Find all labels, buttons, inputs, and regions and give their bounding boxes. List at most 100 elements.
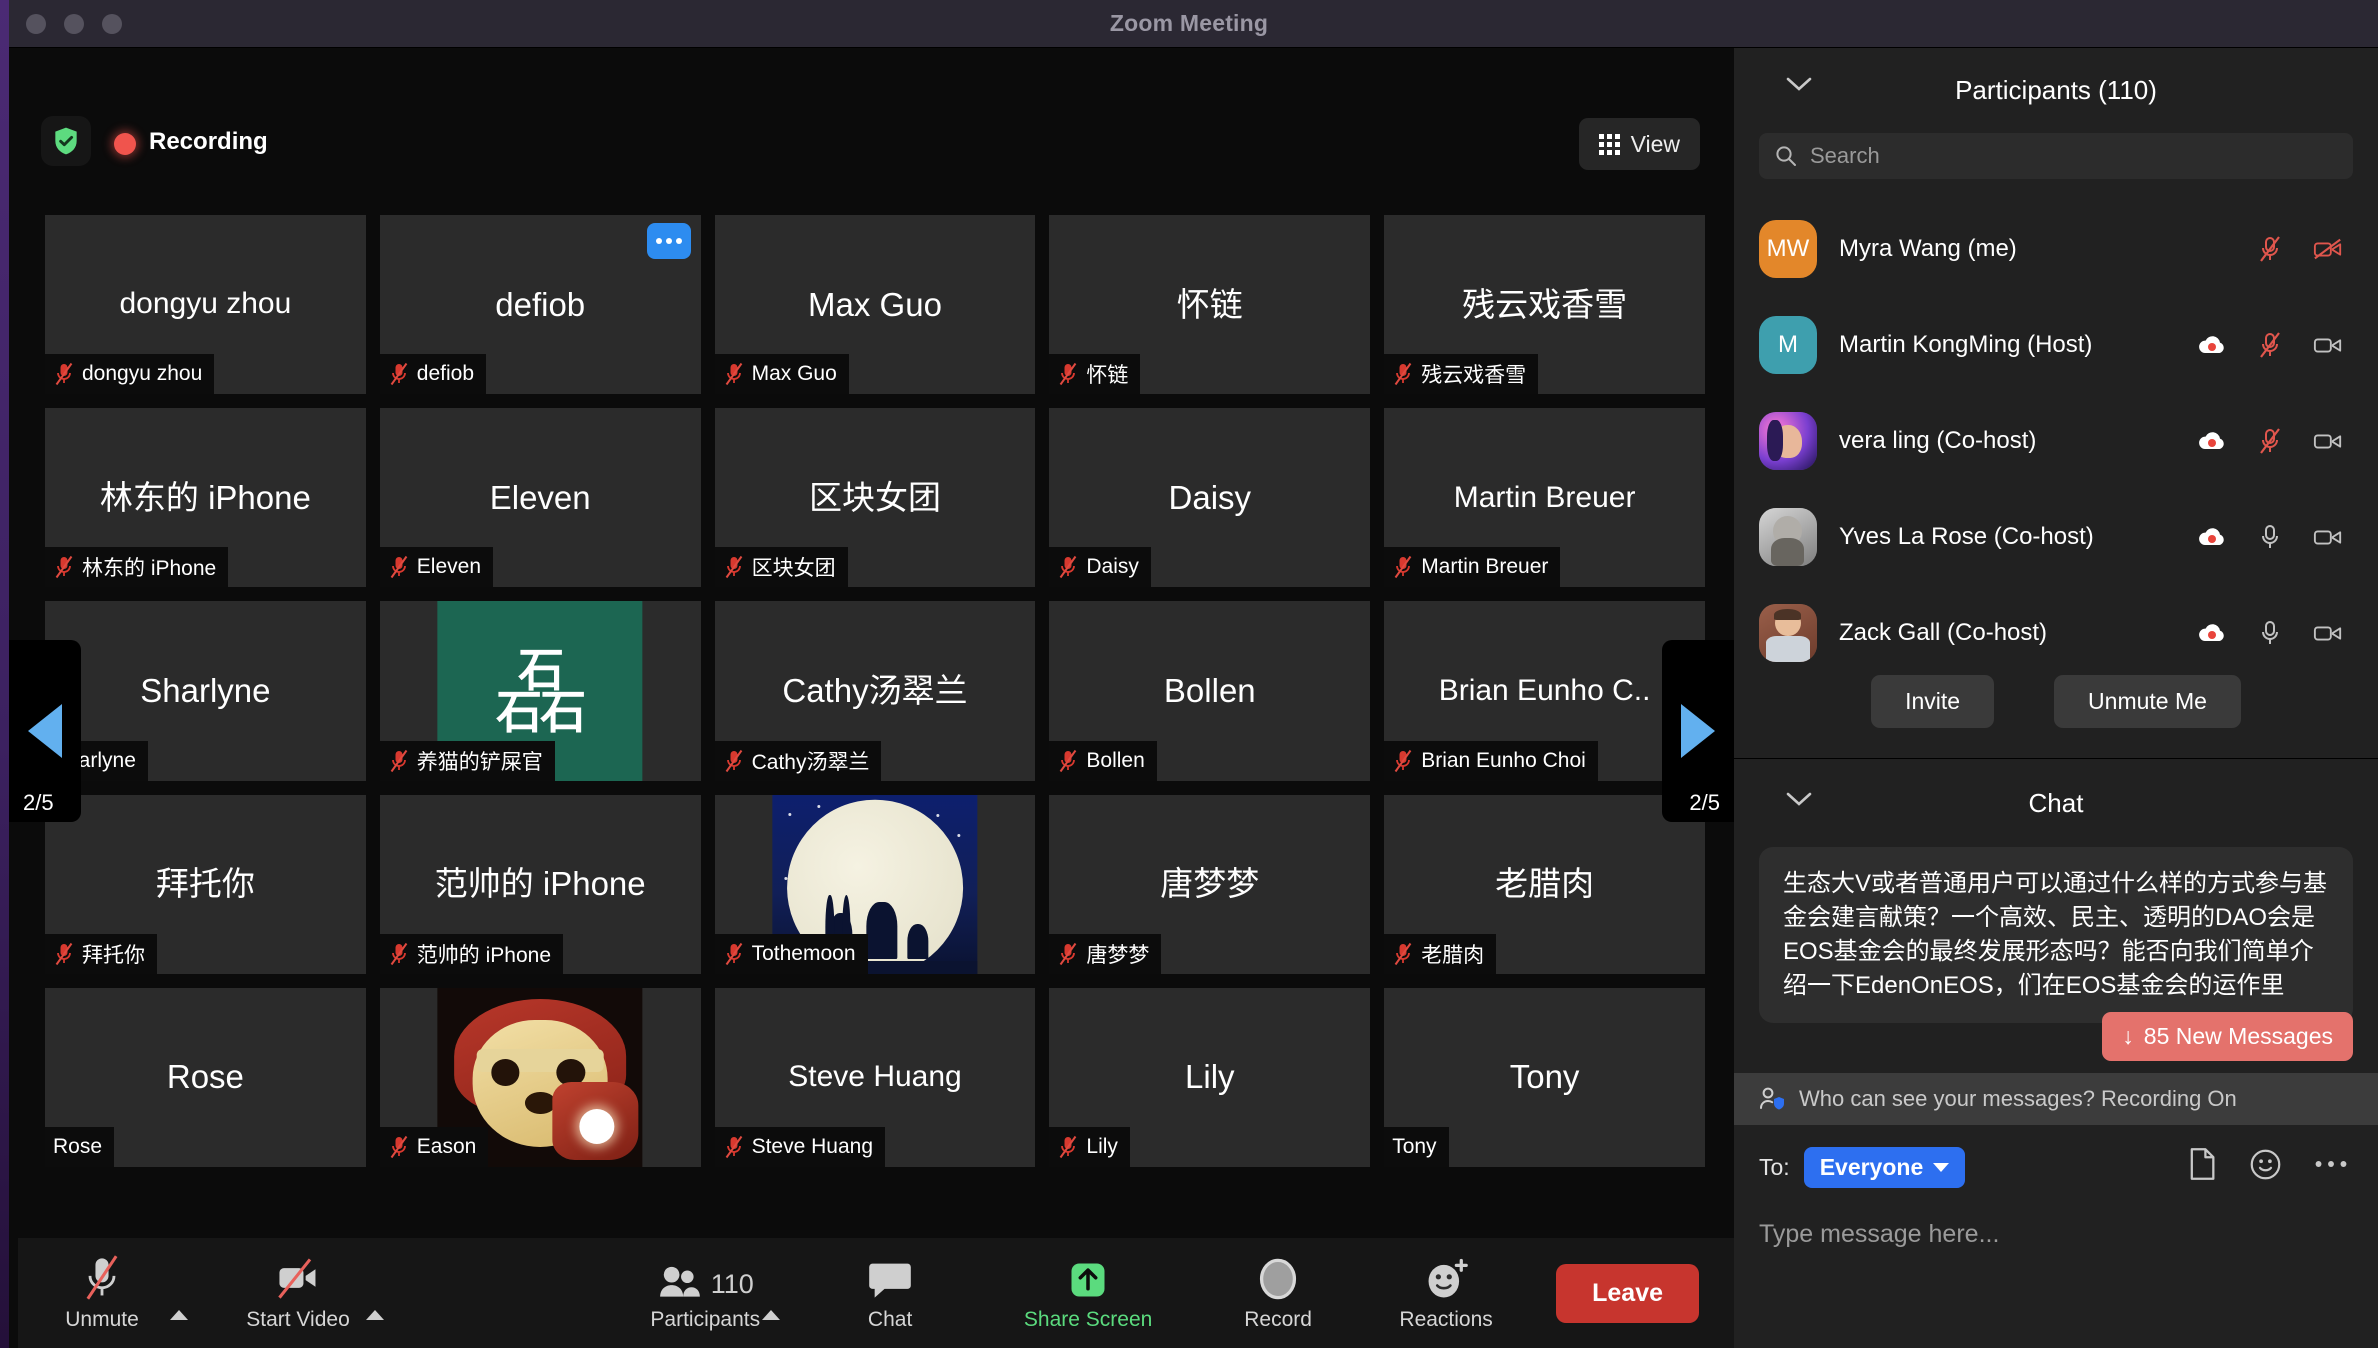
tile-name-label: 范帅的 iPhone	[379, 933, 564, 974]
participant-row[interactable]: vera ling (Co-host)	[1734, 393, 2378, 489]
video-tile[interactable]: 范帅的 iPhone 范帅的 iPhone	[379, 794, 701, 974]
participants-collapse-button[interactable]	[1786, 76, 1812, 92]
zoom-meeting-window: Zoom Meeting Recording View dongyu zhou d…	[0, 0, 2378, 1348]
recording-cloud-icon	[2199, 624, 2224, 641]
microphone-icon[interactable]	[2255, 523, 2285, 551]
camera-icon[interactable]	[2313, 523, 2343, 551]
view-button[interactable]: View	[1578, 118, 1700, 170]
window-controls[interactable]	[26, 14, 122, 34]
video-tile[interactable]: Tony Tony	[1384, 987, 1705, 1167]
video-tile[interactable]: dongyu zhou dongyu zhou	[45, 215, 366, 395]
avatar	[1759, 604, 1817, 662]
window-title: Zoom Meeting	[1109, 10, 1269, 36]
new-messages-badge[interactable]: ↓ 85 New Messages	[2102, 1012, 2353, 1061]
chat-privacy-bar[interactable]: Who can see your messages? Recording On	[1734, 1073, 2378, 1125]
microphone-muted-icon[interactable]	[2255, 331, 2285, 359]
video-tile[interactable]: Daisy Daisy	[1049, 408, 1371, 588]
tile-name-label: dongyu zhou	[45, 354, 215, 395]
audio-options-chevron-icon[interactable]	[170, 1310, 188, 1320]
invite-button[interactable]: Invite	[1871, 675, 1995, 728]
tile-label-text: Bollen	[1086, 748, 1145, 772]
unmute-label: Unmute	[65, 1308, 139, 1331]
video-tile[interactable]: 残云戏香雪 残云戏香雪	[1384, 215, 1705, 395]
tile-name-label: Eason	[379, 1126, 489, 1167]
video-tile[interactable]: Lily Lily	[1049, 987, 1371, 1167]
video-tile[interactable]: 拜托你 拜托你	[45, 794, 366, 974]
unmute-button[interactable]: Unmute	[36, 1254, 168, 1332]
meeting-toolbar: Unmute Start Video 110 Participants Chat…	[18, 1238, 1743, 1348]
microphone-icon[interactable]	[2255, 619, 2285, 647]
search-input[interactable]: Search	[1759, 133, 2353, 179]
emoji-icon[interactable]	[2249, 1148, 2282, 1181]
tile-label-text: 老腊肉	[1421, 943, 1485, 967]
start-video-button[interactable]: Start Video	[232, 1254, 364, 1332]
microphone-muted-icon	[1394, 363, 1412, 386]
chat-messages[interactable]: 生态大V或者普通用户可以通过什么样的方式参与基金会建言献策？一个高效、民主、透明…	[1734, 847, 2378, 1069]
close-button[interactable]	[26, 14, 46, 34]
video-tile[interactable]: Cathy汤翠兰 Cathy汤翠兰	[714, 601, 1036, 781]
leave-button[interactable]: Leave	[1556, 1263, 1699, 1323]
video-tile[interactable]: Eleven Eleven	[379, 408, 701, 588]
video-tile[interactable]: Sharlyne Sharlyne	[45, 601, 366, 781]
participant-status-icons	[2197, 619, 2353, 647]
video-tile[interactable]: Brian Eunho C.. Brian Eunho Choi	[1384, 601, 1705, 781]
file-icon[interactable]	[2187, 1147, 2217, 1181]
video-tile[interactable]: Steve Huang Steve Huang	[714, 987, 1036, 1167]
participant-row[interactable]: Zack Gall (Co-host)	[1734, 585, 2378, 671]
record-button[interactable]: Record	[1212, 1254, 1344, 1332]
tile-name-label: Daisy	[1049, 547, 1151, 588]
start-video-label: Start Video	[246, 1308, 350, 1331]
video-tile[interactable]: Rose Rose	[45, 987, 366, 1167]
avatar-initials: MW	[1766, 235, 1810, 262]
encryption-shield-button[interactable]	[41, 116, 91, 166]
camera-off-icon[interactable]	[2313, 235, 2343, 263]
video-tile[interactable]: Max Guo Max Guo	[714, 215, 1036, 395]
participants-button[interactable]: 110 Participants	[650, 1254, 760, 1332]
microphone-muted-icon	[725, 556, 742, 579]
camera-icon[interactable]	[2313, 427, 2343, 455]
tile-name-label: defiob	[379, 354, 487, 395]
video-tile[interactable]: 林东的 iPhone 林东的 iPhone	[45, 408, 366, 588]
participants-options-chevron-icon[interactable]	[762, 1310, 781, 1320]
microphone-muted-icon[interactable]	[2255, 235, 2285, 263]
minimize-button[interactable]	[64, 14, 84, 34]
chat-collapse-button[interactable]	[1786, 791, 1812, 807]
video-tile[interactable]: 老腊肉 老腊肉	[1384, 794, 1705, 974]
video-options-chevron-icon[interactable]	[366, 1310, 384, 1320]
share-screen-button[interactable]: Share Screen	[1000, 1254, 1176, 1332]
participant-row[interactable]: MW Myra Wang (me)	[1734, 201, 2378, 297]
participant-row[interactable]: Yves La Rose (Co-host)	[1734, 489, 2378, 585]
video-tile[interactable]: Martin Breuer Martin Breuer	[1384, 408, 1705, 588]
tile-name-label: 区块女团	[714, 547, 848, 588]
tile-label-text: Eleven	[416, 555, 482, 579]
unmute-me-button[interactable]: Unmute Me	[2054, 675, 2241, 728]
page-indicator-left: 2/5	[23, 790, 54, 815]
microphone-muted-icon[interactable]	[2255, 427, 2285, 455]
chevron-right-icon	[1681, 704, 1715, 758]
recipient-selector[interactable]: Everyone	[1803, 1147, 1966, 1188]
record-circle-icon	[1255, 1254, 1301, 1302]
camera-icon[interactable]	[2313, 331, 2343, 359]
video-tile[interactable]: Tothemoon	[714, 794, 1036, 974]
tile-more-options-button[interactable]	[646, 223, 691, 259]
tile-label-text: Tothemoon	[751, 941, 856, 965]
more-options-icon[interactable]	[2314, 1158, 2348, 1170]
recording-label: Recording	[149, 128, 268, 155]
video-tile[interactable]: Eason	[379, 987, 701, 1167]
camera-icon[interactable]	[2313, 619, 2343, 647]
video-tile[interactable]: 怀链 怀链	[1049, 215, 1371, 395]
video-tile[interactable]: defiob defiob	[379, 215, 701, 395]
video-tile[interactable]: 唐梦梦 唐梦梦	[1049, 794, 1371, 974]
reactions-button[interactable]: Reactions	[1380, 1254, 1512, 1332]
video-tile[interactable]: Bollen Bollen	[1049, 601, 1371, 781]
video-tile[interactable]: 石石石 养猫的铲屎官	[379, 601, 701, 781]
video-tile[interactable]: 区块女团 区块女团	[714, 408, 1036, 588]
maximize-button[interactable]	[102, 14, 122, 34]
participants-list[interactable]: MW Myra Wang (me) M Martin KongMing (Host) v…	[1734, 201, 2378, 671]
new-messages-label: 85 New Messages	[2143, 1023, 2333, 1049]
chat-button[interactable]: Chat	[824, 1254, 956, 1332]
participant-row[interactable]: M Martin KongMing (Host)	[1734, 297, 2378, 393]
message-input[interactable]: Type message here...	[1759, 1220, 2353, 1249]
avatar-initials: M	[1778, 331, 1798, 358]
participant-status-icons	[2197, 331, 2353, 359]
